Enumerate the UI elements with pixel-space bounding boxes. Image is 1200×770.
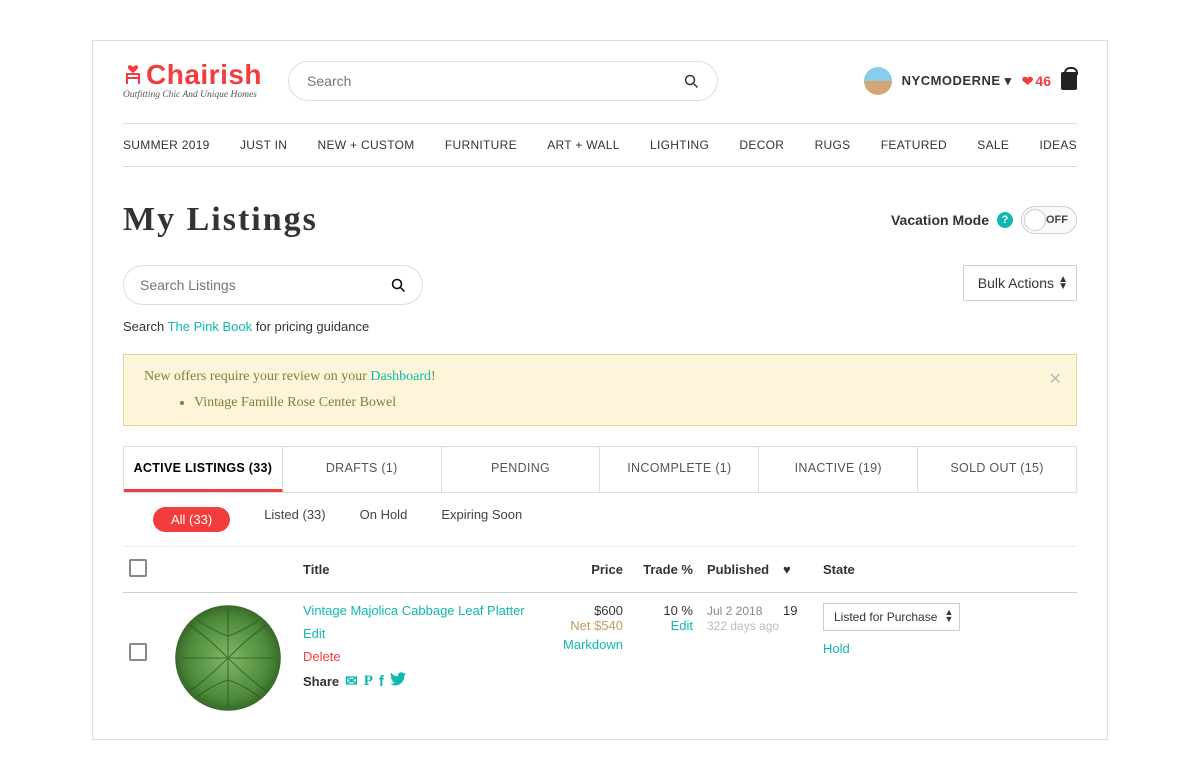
twitter-icon[interactable] <box>390 672 406 690</box>
state-select[interactable]: Listed for Purchase▲▼ <box>823 603 960 631</box>
nav-item[interactable]: SUMMER 2019 <box>123 138 210 152</box>
col-published: Published <box>693 562 783 577</box>
search-icon <box>684 74 699 89</box>
alert-item[interactable]: Vintage Famille Rose Center Bowel <box>194 395 1056 411</box>
table-header: Title Price Trade % Published ♥ State <box>123 547 1077 593</box>
price: $600 <box>594 603 623 618</box>
trade-edit-link[interactable]: Edit <box>671 618 693 633</box>
bag-icon[interactable] <box>1061 72 1077 90</box>
nav-item[interactable]: DECOR <box>739 138 784 152</box>
bulk-actions-select[interactable]: Bulk Actions ▲▼ <box>963 265 1077 301</box>
tagline: Outfitting Chic And Unique Homes <box>123 91 262 101</box>
search-icon <box>391 278 406 293</box>
share-label: Share <box>303 674 339 689</box>
offers-alert: ✕ New offers require your review on your… <box>123 354 1077 426</box>
nav-item[interactable]: SALE <box>977 138 1009 152</box>
tab-inactive[interactable]: INACTIVE (19) <box>759 447 918 492</box>
vacation-mode: Vacation Mode ? OFF <box>891 206 1077 234</box>
brand-text: Chairish <box>146 61 262 89</box>
hold-link[interactable]: Hold <box>823 641 983 656</box>
nav-item[interactable]: FEATURED <box>881 138 947 152</box>
col-state: State <box>823 562 983 577</box>
delete-link[interactable]: Delete <box>303 649 533 664</box>
subtab-onhold[interactable]: On Hold <box>360 507 408 532</box>
nav-item[interactable]: FURNITURE <box>445 138 517 152</box>
top-bar: Chairish Outfitting Chic And Unique Home… <box>123 61 1077 101</box>
tab-active-listings[interactable]: ACTIVE LISTINGS (33) <box>124 447 283 492</box>
avatar[interactable] <box>864 67 892 95</box>
share-row: Share ✉ P f <box>303 672 533 690</box>
main-nav: SUMMER 2019 JUST IN NEW + CUSTOM FURNITU… <box>123 123 1077 167</box>
net-price: Net $540 <box>533 618 623 633</box>
nav-item[interactable]: ART + WALL <box>547 138 619 152</box>
heart-count: 19 <box>783 603 823 713</box>
edit-link[interactable]: Edit <box>303 626 533 641</box>
listing-tabs: ACTIVE LISTINGS (33) DRAFTS (1) PENDING … <box>123 446 1077 493</box>
table-row: Vintage Majolica Cabbage Leaf Platter Ed… <box>123 593 1077 713</box>
vacation-toggle[interactable]: OFF <box>1021 206 1077 234</box>
trade-pct: 10 % <box>663 603 693 618</box>
user-area: NYCMODERNE ▾ ❤46 <box>864 67 1077 95</box>
tab-incomplete[interactable]: INCOMPLETE (1) <box>600 447 759 492</box>
nav-item[interactable]: LIGHTING <box>650 138 709 152</box>
subtab-all[interactable]: All (33) <box>153 507 230 532</box>
close-icon[interactable]: ✕ <box>1049 369 1062 389</box>
logo[interactable]: Chairish Outfitting Chic And Unique Home… <box>123 61 262 101</box>
email-icon[interactable]: ✉ <box>345 672 358 690</box>
help-icon[interactable]: ? <box>997 212 1013 228</box>
listings-search[interactable] <box>123 265 423 305</box>
vacation-label: Vacation Mode <box>891 212 989 228</box>
dashboard-link[interactable]: Dashboard <box>370 369 431 384</box>
favorites-count[interactable]: ❤46 <box>1022 73 1051 90</box>
pub-ago: 322 days ago <box>707 619 779 633</box>
pinkbook-hint: Search The Pink Book for pricing guidanc… <box>123 319 423 334</box>
tab-soldout[interactable]: SOLD OUT (15) <box>918 447 1076 492</box>
col-price: Price <box>533 562 623 577</box>
nav-item[interactable]: RUGS <box>815 138 851 152</box>
product-title-link[interactable]: Vintage Majolica Cabbage Leaf Platter <box>303 603 533 618</box>
listing-subtabs: All (33) Listed (33) On Hold Expiring So… <box>123 493 1077 547</box>
nav-item[interactable]: IDEAS <box>1039 138 1077 152</box>
subtab-listed[interactable]: Listed (33) <box>264 507 325 532</box>
global-search[interactable] <box>288 61 718 101</box>
nav-item[interactable]: JUST IN <box>240 138 287 152</box>
row-checkbox[interactable] <box>129 643 147 661</box>
markdown-link[interactable]: Markdown <box>533 637 623 652</box>
pinkbook-link[interactable]: The Pink Book <box>168 319 253 334</box>
product-thumb[interactable] <box>173 603 283 713</box>
global-search-input[interactable] <box>307 73 684 89</box>
tab-pending[interactable]: PENDING <box>442 447 601 492</box>
listings-search-input[interactable] <box>140 277 391 293</box>
col-title: Title <box>303 562 533 577</box>
col-trade: Trade % <box>623 562 693 577</box>
subtab-expiring[interactable]: Expiring Soon <box>441 507 522 532</box>
username[interactable]: NYCMODERNE ▾ <box>902 73 1012 89</box>
vacation-state: OFF <box>1046 214 1068 226</box>
tab-drafts[interactable]: DRAFTS (1) <box>283 447 442 492</box>
chair-heart-icon <box>123 64 143 86</box>
pinterest-icon[interactable]: P <box>364 673 373 690</box>
col-heart: ♥ <box>783 562 823 577</box>
page-title: My Listings <box>123 201 318 239</box>
pub-date: Jul 2 2018 <box>707 604 762 618</box>
nav-item[interactable]: NEW + CUSTOM <box>318 138 415 152</box>
facebook-icon[interactable]: f <box>379 673 384 690</box>
select-all-checkbox[interactable] <box>129 559 147 577</box>
